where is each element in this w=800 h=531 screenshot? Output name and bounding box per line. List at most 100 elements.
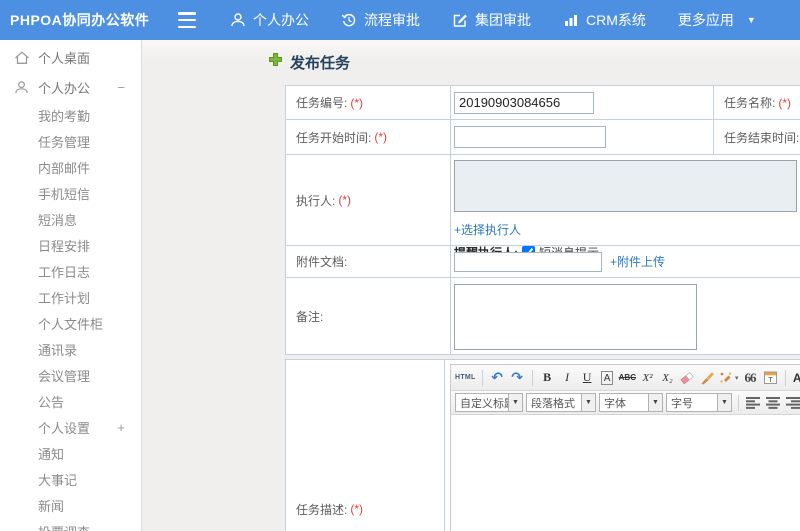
font-color-button[interactable]: A ▾ (792, 368, 800, 387)
bar-chart-icon (563, 12, 579, 28)
sidebar-item-label: 会议管理 (38, 368, 91, 384)
caret-down-icon: ▼ (508, 394, 522, 411)
end-time-label: 任务结束时间: (724, 130, 800, 145)
sidebar-item-label: 个人桌面 (38, 50, 91, 66)
sidebar-item-label: 工作计划 (38, 290, 91, 306)
start-time-input[interactable] (454, 126, 606, 148)
font-size-select[interactable]: 字号 ▼ (666, 393, 732, 412)
caret-down-icon: ▾ (734, 374, 739, 382)
task-form-table: 任务编号:(*) 任务名称:(*) 任务开始时间:(*) 任务结束时间:(*) … (285, 85, 800, 355)
brush-icon (701, 371, 714, 384)
sidebar-item-work-log[interactable]: 工作日志 (0, 258, 141, 284)
required-mark: (*) (778, 95, 792, 110)
remark-textarea[interactable] (454, 284, 697, 350)
sidebar-item-milestones[interactable]: 大事记 (0, 466, 141, 492)
custom-heading-select[interactable]: 自定义标题 ▼ (455, 393, 523, 412)
editor-toolbar-row2: 自定义标题 ▼ 段落格式 ▼ 字体 ▼ (451, 391, 800, 415)
sidebar-item-mobile-sms[interactable]: 手机短信 (0, 180, 141, 206)
choose-executor-link[interactable]: +选择执行人 (454, 223, 521, 237)
align-center-button[interactable] (765, 393, 782, 412)
blockquote-button[interactable]: 66 (742, 368, 759, 387)
font-border-button[interactable]: A (600, 370, 614, 385)
collapse-icon[interactable]: − (117, 80, 125, 95)
required-mark: (*) (374, 130, 388, 144)
editor-content[interactable] (451, 415, 800, 531)
sidebar-item-label: 手机短信 (38, 186, 91, 202)
bold-button[interactable]: B (539, 368, 556, 387)
nav-personal-office[interactable]: 个人办公 (230, 10, 309, 30)
format-painter-button[interactable]: ▾ (719, 368, 739, 387)
sidebar-item-personal-settings[interactable]: 个人设置 + (0, 414, 141, 440)
nav-label: 集团审批 (475, 12, 531, 28)
sidebar-item-announcement[interactable]: 公告 (0, 388, 141, 414)
hamburger-menu-icon[interactable] (178, 12, 200, 28)
sidebar-item-meeting-management[interactable]: 会议管理 (0, 362, 141, 388)
top-header: PHPOA协同办公软件 个人办公 流程审批 集团审批 CRM系统 更多应用 ▼ (0, 0, 800, 40)
nav-more-apps[interactable]: 更多应用 ▼ (678, 10, 756, 30)
description-label: 任务描述: (296, 502, 348, 517)
nav-group-approval[interactable]: 集团审批 (452, 10, 531, 30)
paste-word-button[interactable]: T (762, 368, 779, 387)
sidebar-item-label: 工作日志 (38, 264, 91, 280)
superscript-button[interactable]: X² (639, 368, 656, 387)
history-icon (341, 12, 357, 28)
caret-down-icon: ▼ (648, 394, 662, 411)
attachment-upload-link[interactable]: +附件上传 (610, 253, 665, 270)
attachment-label: 附件文档: (296, 255, 348, 269)
sidebar-item-label: 投票调查 (38, 522, 90, 531)
sidebar-item-vote[interactable]: 投票调查 (0, 518, 141, 531)
sidebar-item-label: 通知 (38, 446, 65, 462)
strikethrough-button[interactable]: ABC (619, 368, 636, 387)
sidebar-item-file-cabinet[interactable]: 个人文件柜 (0, 310, 141, 336)
task-name-label: 任务名称: (724, 96, 776, 110)
redo-button[interactable]: ↷ (509, 368, 526, 387)
italic-button[interactable]: I (559, 368, 576, 387)
editor-toolbar-row1: HTML ↶ ↷ B I U A ABC X² X₂ ▾ 66 T A (451, 365, 800, 391)
sidebar-item-notice[interactable]: 通知 (0, 440, 141, 466)
align-left-button[interactable] (745, 393, 762, 412)
caret-down-icon: ▼ (746, 15, 756, 25)
sidebar-item-work-plan[interactable]: 工作计划 (0, 284, 141, 310)
sidebar-item-personal-office[interactable]: 个人办公 − (0, 72, 141, 102)
sidebar-item-label: 大事记 (38, 472, 78, 488)
sidebar-item-schedule[interactable]: 日程安排 (0, 232, 141, 258)
font-family-select[interactable]: 字体 ▼ (599, 393, 663, 412)
user-icon (14, 80, 30, 95)
executor-textarea[interactable] (454, 160, 797, 212)
sidebar-item-label: 短消息 (38, 212, 78, 228)
sidebar-item-internal-mail[interactable]: 内部邮件 (0, 154, 141, 180)
undo-button[interactable]: ↶ (489, 368, 506, 387)
source-code-button[interactable]: HTML (455, 368, 476, 387)
sidebar-item-desktop[interactable]: 个人桌面 (0, 42, 141, 72)
nav-label: 流程审批 (364, 12, 420, 28)
sidebar-item-label: 通讯录 (38, 342, 78, 358)
nav-label: CRM系统 (586, 12, 646, 28)
subscript-button[interactable]: X₂ (659, 368, 676, 387)
magic-wand-icon (720, 372, 732, 383)
paragraph-format-select[interactable]: 段落格式 ▼ (526, 393, 596, 412)
sidebar-item-contacts[interactable]: 通讯录 (0, 336, 141, 362)
sidebar-item-attendance[interactable]: 我的考勤 (0, 102, 141, 128)
executor-label: 执行人: (296, 193, 336, 208)
brush-button[interactable] (699, 368, 716, 387)
nav-label: 个人办公 (253, 12, 309, 28)
remark-label: 备注: (296, 309, 324, 324)
task-number-input[interactable] (454, 91, 594, 114)
start-time-label: 任务开始时间: (296, 130, 372, 145)
expand-icon[interactable]: + (117, 420, 125, 435)
top-navigation: 个人办公 流程审批 集团审批 CRM系统 更多应用 ▼ (230, 10, 756, 30)
nav-crm-system[interactable]: CRM系统 (563, 10, 646, 30)
sidebar-item-task-management[interactable]: 任务管理 (0, 128, 141, 154)
svg-text:T: T (768, 375, 773, 384)
align-right-button[interactable] (785, 393, 800, 412)
caret-down-icon: ▼ (581, 394, 595, 411)
description-form-table: 任务描述: (*) HTML ↶ ↷ B I U A ABC X² X₂ ▾ 6… (285, 359, 800, 531)
eraser-button[interactable] (679, 368, 696, 387)
attachment-input[interactable] (454, 251, 602, 272)
task-number-label: 任务编号: (296, 96, 348, 110)
sidebar-item-short-message[interactable]: 短消息 (0, 206, 141, 232)
underline-button[interactable]: U (579, 368, 596, 387)
sidebar-item-news[interactable]: 新闻 (0, 492, 141, 518)
nav-process-approval[interactable]: 流程审批 (341, 10, 420, 30)
sidebar-item-label: 个人办公 (38, 80, 91, 96)
